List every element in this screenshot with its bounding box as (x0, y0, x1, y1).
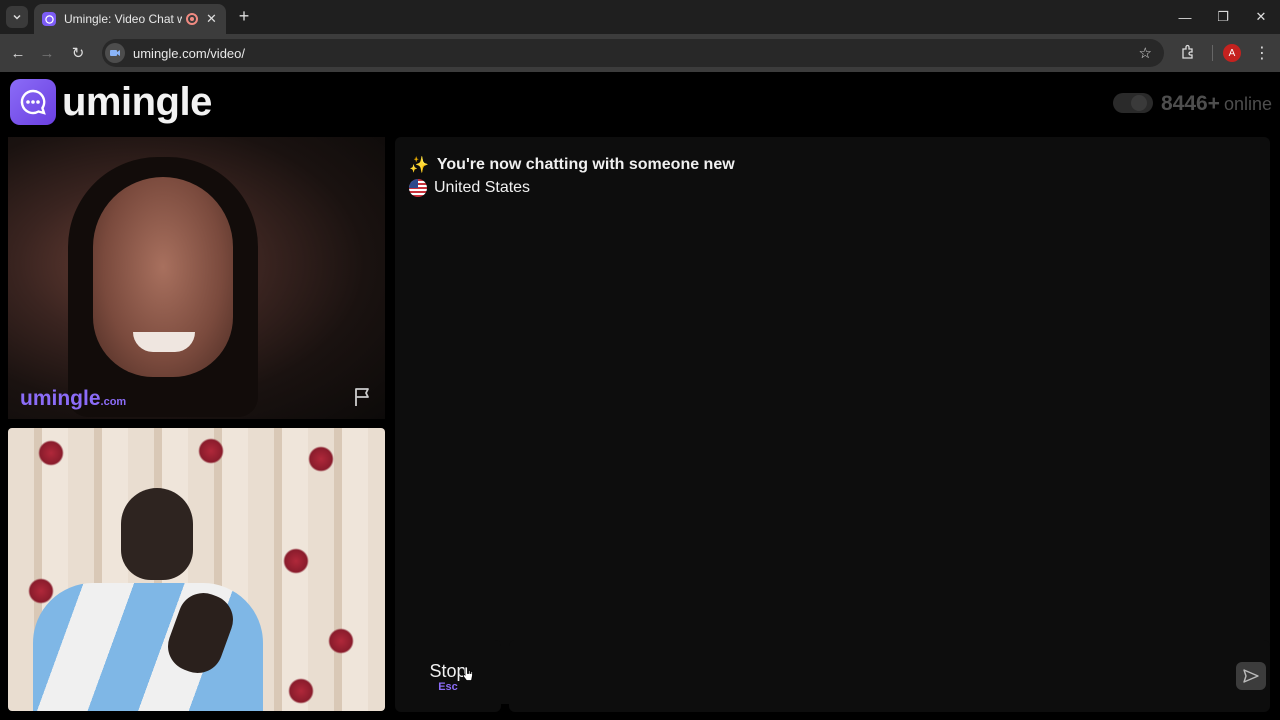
sparkles-icon: ✨ (409, 157, 429, 174)
reload-button[interactable]: ↻ (69, 44, 87, 62)
stranger-video: umingle.com (8, 137, 385, 419)
self-video (8, 428, 385, 711)
camera-site-icon[interactable] (105, 43, 125, 63)
chat-country-text: United States (434, 179, 531, 196)
recording-icon (186, 13, 198, 25)
video-figure-shirt (33, 583, 263, 711)
online-label: online (1223, 94, 1272, 114)
curtain-pattern (308, 446, 334, 472)
message-input[interactable] (509, 640, 1270, 712)
theme-toggle[interactable] (1112, 93, 1153, 113)
tab-title: Umingle: Video Chat with Strangers (64, 12, 182, 26)
chat-status-text: You're now chatting with someone new (436, 156, 735, 173)
curtain-pattern (328, 628, 354, 654)
online-count: 8446+ (1160, 92, 1220, 115)
mouse-cursor-icon (463, 666, 473, 681)
stop-label: Stop (429, 661, 467, 681)
browser-toolbar: ← → ↻ umingle.com/video/ ☆ A ⋮ (0, 34, 1280, 72)
stop-shortcut-label: Esc (438, 681, 458, 693)
curtain-pattern (38, 440, 64, 466)
chat-bubble-logo-icon (10, 79, 56, 125)
watermark-text: umingle (20, 387, 101, 410)
minimize-button[interactable]: — (1166, 0, 1204, 34)
chevron-down-icon (13, 14, 21, 20)
profile-avatar[interactable]: A (1223, 44, 1241, 62)
us-flag-icon (409, 179, 427, 197)
video-figure-head (121, 488, 193, 580)
address-bar[interactable]: umingle.com/video/ ☆ (102, 39, 1164, 67)
extensions-icon[interactable] (1180, 44, 1196, 60)
curtain-pattern (198, 438, 224, 464)
window-controls: — ❐ ✕ (1166, 0, 1280, 34)
online-indicator: 8446+ online (1112, 90, 1272, 116)
logo-text: umingle (62, 79, 212, 124)
bookmark-star-icon[interactable]: ☆ (1139, 44, 1152, 62)
curtain-pattern (288, 678, 314, 704)
report-flag-icon[interactable] (351, 385, 375, 409)
new-tab-button[interactable]: + (234, 6, 254, 27)
more-menu-icon[interactable]: ⋮ (1254, 43, 1270, 63)
browser-tab-active[interactable]: Umingle: Video Chat with Strangers ✕ (34, 4, 226, 34)
tab-search-button[interactable] (6, 6, 28, 28)
chat-status-line: ✨ You're now chatting with someone new (409, 155, 735, 175)
send-button[interactable] (1236, 662, 1266, 690)
curtain-pattern (283, 548, 309, 574)
url-text: umingle.com/video/ (133, 45, 245, 61)
close-window-button[interactable]: ✕ (1242, 0, 1280, 34)
site-logo[interactable]: umingle (10, 79, 212, 125)
restore-button[interactable]: ❐ (1204, 0, 1242, 34)
send-arrow-icon (1243, 669, 1259, 683)
browser-tab-bar: Umingle: Video Chat with Strangers ✕ + —… (0, 0, 1280, 34)
watermark-suffix: .com (100, 396, 127, 408)
toolbar-divider (1212, 45, 1213, 61)
tab-close-icon[interactable]: ✕ (206, 11, 217, 27)
video-watermark: umingle.com (20, 387, 126, 411)
umingle-page: umingle 8446+ online umingle.com ✨ You'r… (0, 72, 1280, 720)
video-figure (33, 488, 263, 711)
chat-log: ✨ You're now chatting with someone new U… (395, 137, 1270, 704)
chat-country-line: United States (409, 179, 530, 197)
forward-button[interactable]: → (38, 44, 56, 62)
stop-button[interactable]: Stop Esc (395, 640, 501, 712)
umingle-favicon-icon (42, 12, 56, 26)
back-button[interactable]: ← (9, 44, 27, 62)
